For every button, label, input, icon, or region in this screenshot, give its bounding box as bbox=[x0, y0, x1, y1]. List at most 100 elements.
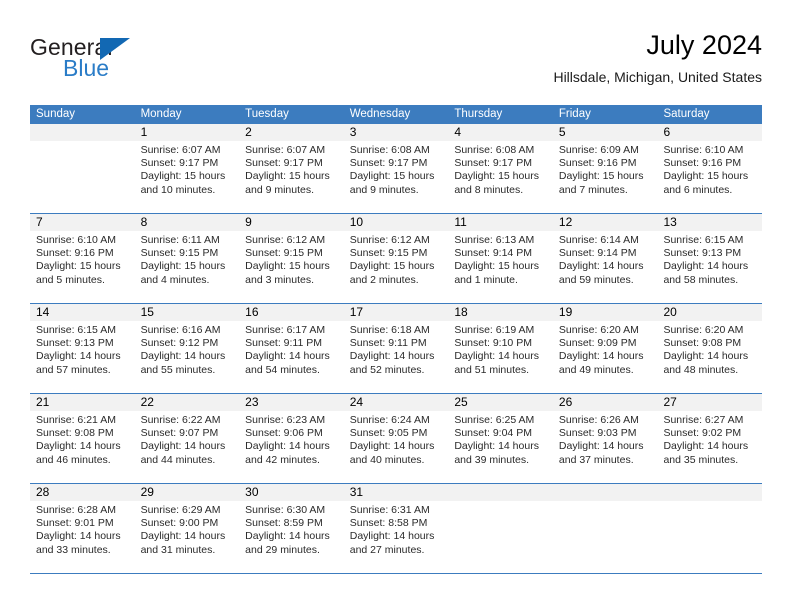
day-cell[interactable]: Sunrise: 6:10 AM Sunset: 9:16 PM Daylight:… bbox=[30, 231, 135, 303]
day-sunset-text: Sunset: 9:00 PM bbox=[140, 517, 219, 530]
day-cell[interactable]: Sunrise: 6:27 AM Sunset: 9:02 PM Daylight:… bbox=[657, 411, 762, 483]
day-cell[interactable]: Sunrise: 6:13 AM Sunset: 9:14 PM Daylight:… bbox=[448, 231, 553, 303]
day-sunrise-text: Sunrise: 6:14 AM bbox=[558, 234, 639, 246]
day-daylight-text: Daylight: 14 hours bbox=[36, 350, 121, 363]
day-cell[interactable]: Sunrise: 6:18 AM Sunset: 9:11 PM Daylight:… bbox=[344, 321, 449, 393]
day-daylight-text: Daylight: 15 hours bbox=[663, 170, 749, 183]
day-cell-empty bbox=[30, 141, 135, 213]
day-daylight-text: and 6 minutes. bbox=[663, 183, 733, 196]
day-daylight-text: Daylight: 14 hours bbox=[245, 530, 330, 543]
day-cell[interactable]: Sunrise: 6:07 AM Sunset: 9:17 PM Daylight:… bbox=[239, 141, 344, 213]
day-number[interactable]: 8 bbox=[135, 214, 240, 231]
day-number[interactable]: 11 bbox=[448, 214, 553, 231]
weekday-header-tuesday: Tuesday bbox=[245, 108, 289, 120]
day-sunrise-text: Sunrise: 6:09 AM bbox=[558, 144, 639, 156]
day-number[interactable]: 6 bbox=[657, 124, 762, 141]
day-daylight-text: Daylight: 14 hours bbox=[349, 530, 435, 543]
day-number[interactable]: 23 bbox=[239, 394, 344, 411]
day-daylight-text: Daylight: 15 hours bbox=[454, 260, 539, 273]
day-cell[interactable]: Sunrise: 6:07 AM Sunset: 9:17 PM Daylight:… bbox=[135, 141, 240, 213]
day-number[interactable]: 12 bbox=[553, 214, 658, 231]
day-cell[interactable]: Sunrise: 6:30 AM Sunset: 8:59 PM Daylight:… bbox=[239, 501, 344, 573]
day-number[interactable]: 5 bbox=[553, 124, 658, 141]
day-number-empty bbox=[657, 484, 762, 501]
day-sunrise-text: Sunrise: 6:15 AM bbox=[36, 324, 116, 336]
day-cell[interactable]: Sunrise: 6:21 AM Sunset: 9:08 PM Daylight:… bbox=[30, 411, 135, 483]
day-detail-band: Sunrise: 6:21 AM Sunset: 9:08 PM Daylight:… bbox=[30, 411, 762, 483]
week-rows: 1 2 3 4 5 6 Sunrise: 6:07 AM Sunset: 9:17 PM Day… bbox=[30, 124, 762, 574]
day-number[interactable]: 22 bbox=[135, 394, 240, 411]
day-daylight-text: and 1 minute. bbox=[454, 273, 518, 286]
day-number[interactable]: 26 bbox=[553, 394, 658, 411]
day-cell[interactable]: Sunrise: 6:08 AM Sunset: 9:17 PM Daylight:… bbox=[448, 141, 553, 213]
day-cell[interactable]: Sunrise: 6:26 AM Sunset: 9:03 PM Daylight:… bbox=[553, 411, 658, 483]
day-sunrise-text: Sunrise: 6:16 AM bbox=[140, 324, 221, 336]
day-cell[interactable]: Sunrise: 6:14 AM Sunset: 9:14 PM Daylight:… bbox=[553, 231, 658, 303]
day-sunrise-text: Sunrise: 6:21 AM bbox=[36, 414, 116, 426]
day-cell[interactable]: Sunrise: 6:23 AM Sunset: 9:06 PM Daylight:… bbox=[239, 411, 344, 483]
day-number[interactable]: 19 bbox=[553, 304, 658, 321]
day-cell[interactable]: Sunrise: 6:20 AM Sunset: 9:08 PM Daylight:… bbox=[657, 321, 762, 393]
day-number[interactable]: 10 bbox=[344, 214, 449, 231]
day-daylight-text: and 37 minutes. bbox=[558, 453, 634, 466]
day-cell[interactable]: Sunrise: 6:19 AM Sunset: 9:10 PM Daylight:… bbox=[448, 321, 553, 393]
day-detail-band: Sunrise: 6:28 AM Sunset: 9:01 PM Daylight:… bbox=[30, 501, 762, 573]
day-number[interactable]: 27 bbox=[657, 394, 762, 411]
day-cell[interactable]: Sunrise: 6:12 AM Sunset: 9:15 PM Daylight:… bbox=[239, 231, 344, 303]
day-cell[interactable]: Sunrise: 6:09 AM Sunset: 9:16 PM Daylight:… bbox=[553, 141, 658, 213]
day-sunrise-text: Sunrise: 6:12 AM bbox=[245, 234, 326, 246]
day-number[interactable]: 24 bbox=[344, 394, 449, 411]
day-cell[interactable]: Sunrise: 6:16 AM Sunset: 9:12 PM Daylight:… bbox=[135, 321, 240, 393]
day-number[interactable]: 16 bbox=[239, 304, 344, 321]
day-sunset-text: Sunset: 9:05 PM bbox=[349, 427, 428, 440]
day-number[interactable]: 31 bbox=[344, 484, 449, 501]
day-sunset-text: Sunset: 9:07 PM bbox=[140, 427, 219, 440]
day-number-band: 123456 bbox=[30, 124, 762, 141]
day-number[interactable]: 15 bbox=[135, 304, 240, 321]
brand-logo[interactable]: General Blue bbox=[30, 28, 240, 90]
day-number[interactable]: 3 bbox=[344, 124, 449, 141]
day-cell[interactable]: Sunrise: 6:10 AM Sunset: 9:16 PM Daylight:… bbox=[657, 141, 762, 213]
day-daylight-text: and 8 minutes. bbox=[454, 183, 524, 196]
day-sunrise-text: Sunrise: 6:08 AM bbox=[454, 144, 535, 156]
day-number[interactable]: 4 bbox=[448, 124, 553, 141]
day-daylight-text: and 58 minutes. bbox=[663, 273, 739, 286]
day-daylight-text: and 54 minutes. bbox=[245, 363, 320, 376]
day-number[interactable]: 1 bbox=[135, 124, 240, 141]
day-cell[interactable]: Sunrise: 6:29 AM Sunset: 9:00 PM Daylight:… bbox=[135, 501, 240, 573]
weekday-header-wednesday: Wednesday bbox=[349, 108, 411, 120]
day-cell-empty bbox=[657, 501, 762, 573]
day-number[interactable]: 29 bbox=[135, 484, 240, 501]
day-sunrise-text: Sunrise: 6:19 AM bbox=[454, 324, 535, 336]
day-number[interactable]: 9 bbox=[239, 214, 344, 231]
day-cell[interactable]: Sunrise: 6:08 AM Sunset: 9:17 PM Daylight:… bbox=[344, 141, 449, 213]
day-number[interactable]: 28 bbox=[30, 484, 135, 501]
day-cell[interactable]: Sunrise: 6:28 AM Sunset: 9:01 PM Daylight:… bbox=[30, 501, 135, 573]
day-number[interactable]: 14 bbox=[30, 304, 135, 321]
day-cell[interactable]: Sunrise: 6:17 AM Sunset: 9:11 PM Daylight:… bbox=[239, 321, 344, 393]
day-cell[interactable]: Sunrise: 6:11 AM Sunset: 9:15 PM Daylight:… bbox=[135, 231, 240, 303]
day-number[interactable]: 13 bbox=[657, 214, 762, 231]
day-cell[interactable]: Sunrise: 6:22 AM Sunset: 9:07 PM Daylight:… bbox=[135, 411, 240, 483]
day-cell[interactable]: Sunrise: 6:20 AM Sunset: 9:09 PM Daylight:… bbox=[553, 321, 658, 393]
day-number[interactable]: 18 bbox=[448, 304, 553, 321]
day-number[interactable]: 30 bbox=[239, 484, 344, 501]
day-daylight-text: and 40 minutes. bbox=[349, 453, 425, 466]
day-cell[interactable]: Sunrise: 6:15 AM Sunset: 9:13 PM Daylight:… bbox=[657, 231, 762, 303]
day-number[interactable]: 20 bbox=[657, 304, 762, 321]
day-daylight-text: and 31 minutes. bbox=[140, 543, 216, 556]
day-daylight-text: Daylight: 14 hours bbox=[36, 530, 121, 543]
day-number[interactable]: 21 bbox=[30, 394, 135, 411]
day-number[interactable]: 2 bbox=[239, 124, 344, 141]
day-number[interactable]: 25 bbox=[448, 394, 553, 411]
day-number[interactable]: 7 bbox=[30, 214, 135, 231]
day-daylight-text: and 2 minutes. bbox=[349, 273, 419, 286]
day-cell[interactable]: Sunrise: 6:15 AM Sunset: 9:13 PM Daylight:… bbox=[30, 321, 135, 393]
day-cell[interactable]: Sunrise: 6:12 AM Sunset: 9:15 PM Daylight:… bbox=[344, 231, 449, 303]
day-cell[interactable]: Sunrise: 6:24 AM Sunset: 9:05 PM Daylight:… bbox=[344, 411, 449, 483]
day-sunrise-text: Sunrise: 6:07 AM bbox=[245, 144, 326, 156]
day-number[interactable]: 17 bbox=[344, 304, 449, 321]
day-sunset-text: Sunset: 9:16 PM bbox=[663, 157, 742, 170]
day-cell[interactable]: Sunrise: 6:31 AM Sunset: 8:58 PM Daylight:… bbox=[344, 501, 449, 573]
day-cell[interactable]: Sunrise: 6:25 AM Sunset: 9:04 PM Daylight:… bbox=[448, 411, 553, 483]
